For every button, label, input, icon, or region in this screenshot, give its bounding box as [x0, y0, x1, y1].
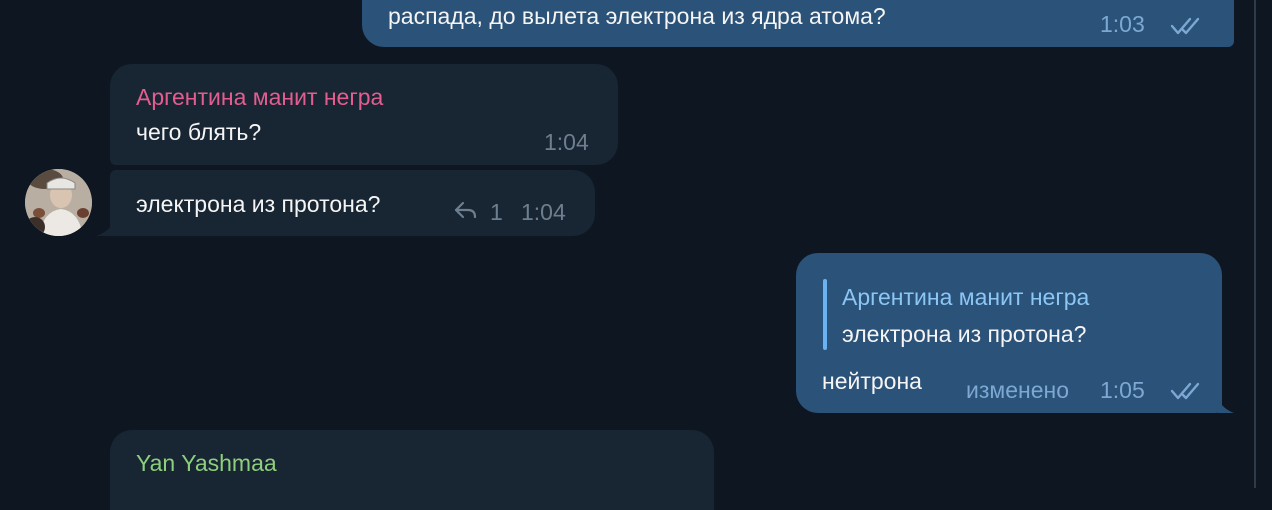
message-text: распада, до вылета электрона из ядра ато… [388, 3, 886, 29]
bubble-tail [96, 222, 114, 236]
edited-label: изменено [966, 377, 1069, 403]
message-incoming-2[interactable]: Аргентина манит негра чего блять? 1:04 [110, 64, 618, 165]
message-outgoing-1[interactable]: распада, до вылета электрона из ядра ато… [362, 0, 1234, 47]
quote-text[interactable]: электрона из протона? [842, 320, 1086, 348]
quote-accent-bar [823, 279, 827, 350]
double-check-icon [1170, 381, 1206, 406]
bubble-tail [1218, 399, 1234, 413]
message-time: 1:04 [544, 129, 589, 155]
sender-name[interactable]: Yan Yashmaa [136, 449, 277, 477]
reply-count[interactable]: 1 [490, 198, 503, 226]
message-incoming-3[interactable]: электрона из протона? 1 1:04 [110, 170, 595, 236]
message-incoming-5[interactable]: Yan Yashmaa [110, 430, 714, 510]
message-outgoing-4[interactable]: Аргентина манит негра электрона из прото… [796, 253, 1222, 413]
message-text: нейтрона [822, 368, 922, 394]
sender-name[interactable]: Аргентина манит негра [136, 83, 383, 111]
message-time: 1:05 [1100, 377, 1145, 403]
double-check-icon [1170, 16, 1206, 41]
chat-scrollbar[interactable] [1254, 0, 1256, 488]
user-avatar[interactable] [25, 169, 92, 236]
message-text: чего блять? [136, 119, 262, 145]
message-time: 1:04 [521, 199, 566, 225]
message-time: 1:03 [1100, 11, 1145, 37]
quote-author[interactable]: Аргентина манит негра [842, 283, 1089, 311]
message-text: электрона из протона? [136, 191, 381, 217]
reply-arrow-icon[interactable] [454, 200, 478, 225]
